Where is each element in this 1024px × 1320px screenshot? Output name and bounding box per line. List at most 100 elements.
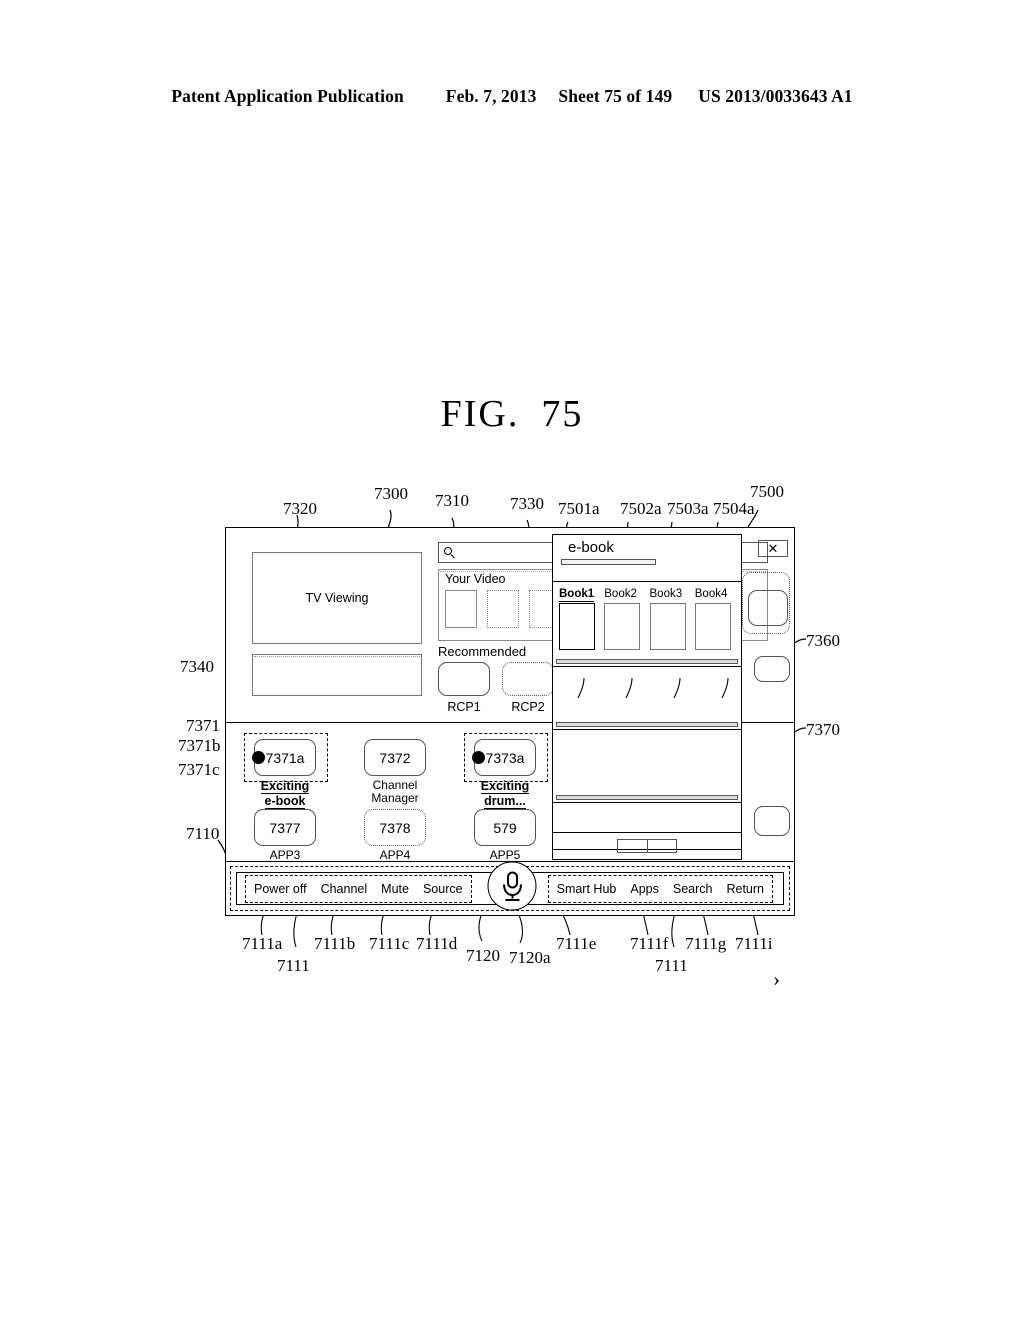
ref-7120: 7120 xyxy=(466,946,500,965)
app-cell-7372: 7372 Channel Manager xyxy=(364,739,426,805)
ebook-book-7503[interactable]: Book3 xyxy=(649,584,692,650)
app-tile-7372[interactable]: 7372 xyxy=(364,739,426,776)
ebook-shelf-row-1: Book1 Book2 Book3 Book4 xyxy=(553,582,741,667)
selection-dot-7371b xyxy=(252,751,265,764)
publication-title: Patent Application Publication xyxy=(171,86,404,106)
ebook-shelf-row-2 xyxy=(553,667,741,730)
ref-7503a: 7503a xyxy=(667,499,709,518)
recommended-label-rcp2: RCP2 xyxy=(511,700,545,714)
ebook-shelf-floor xyxy=(556,722,738,727)
publication-header: Patent Application Publication Feb. 7, 2… xyxy=(0,86,1024,107)
partial-tile-mid[interactable] xyxy=(754,656,790,682)
ebook-shelf-row-3 xyxy=(553,730,741,803)
voice-commands-right: Smart Hub Apps Search Return xyxy=(547,874,773,903)
next-page-arrow-icon[interactable]: › xyxy=(773,969,780,990)
app-tile-label: 7372 xyxy=(379,749,411,766)
video-thumbnail[interactable] xyxy=(487,590,519,628)
right-side-column: ✕ xyxy=(734,528,794,862)
app-label-app5: APP5 xyxy=(489,848,521,862)
ebook-book-7504[interactable]: Book4 xyxy=(694,584,737,650)
voice-cmd-apps[interactable]: Apps xyxy=(630,882,659,896)
app-tile-7378[interactable]: 7378 xyxy=(364,809,426,846)
ref-7501a: 7501a xyxy=(558,499,600,518)
document-number: US 2013/0033643 A1 xyxy=(698,86,853,106)
ref-7371: 7371 xyxy=(186,716,220,735)
ref-7111i: 7111i xyxy=(735,934,773,953)
ebook-pager-control[interactable] xyxy=(617,839,677,853)
tv-info-bar xyxy=(252,654,422,696)
app-tile-label: 579 xyxy=(493,819,517,836)
video-thumbnail[interactable] xyxy=(445,590,477,628)
microphone-icon[interactable] xyxy=(487,861,537,911)
partial-tile-bottom[interactable] xyxy=(754,806,790,836)
ebook-pager-right[interactable] xyxy=(646,840,677,852)
ebook-book-7502[interactable]: Book2 xyxy=(604,584,646,650)
ebook-book-cover[interactable] xyxy=(649,603,686,650)
voice-cmd-channel[interactable]: Channel xyxy=(321,882,368,896)
ebook-book-7501[interactable]: Book1 xyxy=(559,584,601,650)
voice-cmd-search[interactable]: Search xyxy=(673,882,713,896)
app-label-7371c: Exciting e-book xyxy=(254,779,316,809)
ebook-shelf-floor xyxy=(556,659,738,664)
app-cell-7373: 7373a Exciting drum... xyxy=(464,733,548,809)
app-cell-7378: 7378 APP4 xyxy=(364,809,426,862)
ref-7111c: 7111c xyxy=(369,934,410,953)
app-label-line1: Channel xyxy=(372,778,418,792)
app-tile-579[interactable]: 579 xyxy=(474,809,536,846)
app-tile-7377[interactable]: 7377 xyxy=(254,809,316,846)
ref-7111b: 7111b xyxy=(314,934,356,953)
app-label-7372a: Channel Manager xyxy=(364,779,426,805)
tv-viewing-label: TV Viewing xyxy=(305,591,369,605)
app-label-7373c: Exciting drum... xyxy=(474,779,536,809)
ebook-book-name: Book4 xyxy=(694,588,728,600)
ebook-pager-left[interactable] xyxy=(618,840,647,852)
voice-cmd-return[interactable]: Return xyxy=(726,882,764,896)
ref-7110: 7110 xyxy=(186,824,220,843)
publication-date: Feb. 7, 2013 xyxy=(445,86,537,106)
recommended-labels: RCP1 RCP2 xyxy=(438,700,554,714)
tv-viewing-panel[interactable]: TV Viewing xyxy=(252,552,422,644)
recommended-tile-rcp1[interactable] xyxy=(438,662,490,696)
ebook-overlay-window[interactable]: e-book Book1 Book2 Book3 Book4 xyxy=(552,534,742,860)
ebook-book-name: Book2 xyxy=(604,588,637,600)
app-cell-7377: 7377 APP3 xyxy=(254,809,316,862)
ref-7111-left: 7111 xyxy=(277,956,310,975)
voice-cmd-mute[interactable]: Mute xyxy=(381,882,409,896)
ref-7360: 7360 xyxy=(806,631,840,650)
ebook-book-name: Book3 xyxy=(649,588,683,600)
ref-7504a: 7504a xyxy=(713,499,755,518)
voice-cmd-power-off[interactable]: Power off xyxy=(254,882,307,896)
ebook-book-cover[interactable] xyxy=(694,603,731,650)
ref-7370: 7370 xyxy=(806,720,840,739)
ref-7111d: 7111d xyxy=(416,934,458,953)
ref-7371c: 7371c xyxy=(178,760,220,779)
ref-7502a: 7502a xyxy=(620,499,662,518)
app-label-app3: APP3 xyxy=(269,848,301,862)
ref-7111f: 7111f xyxy=(630,934,669,953)
ebook-title: e-book xyxy=(568,539,614,556)
recommended-tile-rcp2[interactable] xyxy=(502,662,554,696)
search-icon xyxy=(444,547,455,559)
selection-dot-7373b xyxy=(472,751,485,764)
ebook-bottom-bar xyxy=(553,832,741,859)
ref-7111-right: 7111 xyxy=(655,956,688,975)
ebook-title-rule xyxy=(561,559,656,565)
close-icon[interactable]: ✕ xyxy=(758,540,788,557)
voice-cmd-source[interactable]: Source xyxy=(423,882,463,896)
sheet-number: Sheet 75 of 149 xyxy=(558,86,673,106)
ref-7120a: 7120a xyxy=(509,948,551,967)
recommended-label-rcp1: RCP1 xyxy=(447,700,481,714)
ref-7330: 7330 xyxy=(510,494,544,513)
ref-7111g: 7111g xyxy=(685,934,727,953)
ebook-book-cover[interactable] xyxy=(559,603,595,650)
app-label-line2: e-book xyxy=(264,794,306,809)
ref-7111a: 7111a xyxy=(242,934,283,953)
voice-commands-left: Power off Channel Mute Source xyxy=(245,874,472,903)
partial-tile-inner[interactable] xyxy=(748,590,788,626)
app-cell-7371: 7371a Exciting e-book xyxy=(244,733,328,809)
ebook-book-cover[interactable] xyxy=(604,603,641,650)
voice-cmd-smart-hub[interactable]: Smart Hub xyxy=(557,882,617,896)
ebook-book-name: Book1 xyxy=(559,588,595,602)
app-label-line2: Manager xyxy=(371,791,419,805)
ref-7320: 7320 xyxy=(283,499,317,518)
